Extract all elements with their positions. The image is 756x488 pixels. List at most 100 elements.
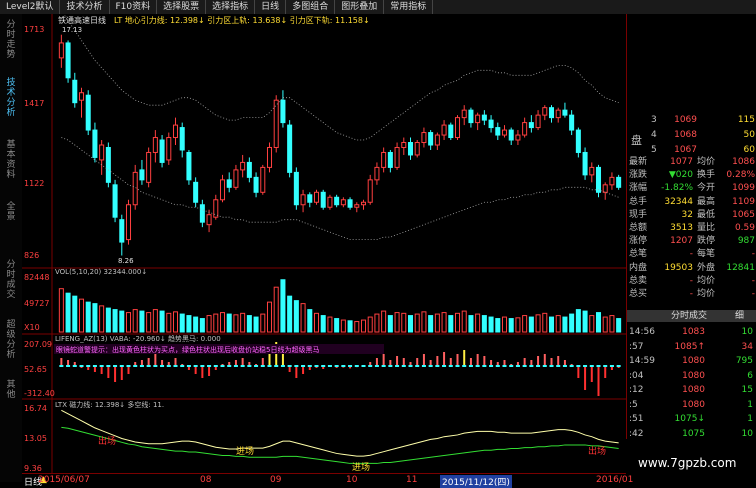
macd-base-tick (395, 365, 400, 367)
volume-bar (280, 279, 286, 333)
tick-price: 1075↓ (674, 414, 705, 424)
sidebar-tab-3[interactable]: 全景 (2, 202, 20, 222)
sidebar-tab-2[interactable]: 基本资料 (2, 140, 20, 180)
candle (139, 169, 145, 181)
toolbar-item-0[interactable]: Level2默认 (0, 0, 61, 14)
macd-bar (449, 358, 452, 366)
stat-value: 0.59 (734, 223, 755, 233)
macd-base-tick (327, 365, 332, 367)
macd-bar (174, 358, 177, 366)
volume-bar (495, 318, 501, 333)
candle (414, 142, 420, 156)
volume-bar (421, 311, 427, 333)
top-toolbar: Level2默认 技术分析 F10资料 选择股票 选择指标 日线 多图组合 图形叠加 常用指标 (0, 0, 756, 15)
indicator-header: LT 地心引力线: 12.398↓ 引力区上轨: 13.638↓ 引力区下轨: … (114, 15, 370, 25)
candle (146, 151, 152, 183)
candle (206, 214, 212, 226)
macd-bar (463, 350, 466, 366)
candle (495, 127, 501, 136)
macd-bar (295, 366, 298, 378)
toolbar-item-1[interactable]: 技术分析 (60, 0, 110, 14)
stat-value: 1077 (670, 157, 693, 167)
ticks-detail-button[interactable]: 细 (735, 310, 744, 322)
volume-bar (313, 312, 320, 333)
gravity-label-enter-1: 进场 (236, 446, 254, 457)
macd-bar (201, 366, 204, 378)
macd-base-tick (388, 365, 393, 367)
macd-bar (584, 366, 587, 390)
candle (522, 122, 528, 136)
toolbar-item-6[interactable]: 多图组合 (286, 0, 336, 14)
candle (340, 199, 346, 206)
macd-base-tick (522, 365, 527, 367)
macd-base-tick (489, 365, 494, 367)
volume-bar (300, 303, 306, 333)
tick-time: 14:56 (629, 327, 655, 337)
stat-value: 1207 (670, 236, 693, 247)
volume-bar (508, 318, 514, 333)
toolbar-item-7[interactable]: 图形叠加 (335, 0, 385, 14)
toolbar-item-5[interactable]: 日线 (255, 0, 287, 14)
stat-value: - (751, 275, 755, 286)
sidebar-tab-1[interactable]: 技术分析 (2, 78, 20, 118)
volume-bar (213, 313, 219, 333)
macd-base-tick (569, 365, 574, 367)
tick-vol: 15 (741, 385, 753, 395)
macd-base-tick (455, 365, 460, 367)
volume-bar (548, 316, 555, 333)
macd-base-tick (401, 365, 406, 367)
sidebar-tab-5[interactable]: 超级分析 (2, 320, 20, 360)
candle (293, 171, 299, 206)
volume-axis-label: 82448 (24, 273, 49, 282)
volume-axis-label: 49727 (24, 299, 49, 308)
chart-area[interactable]: 1713 1417 1122 826 82448 49727 X10 207.09 52.65 -… (22, 14, 626, 473)
macd-bar (523, 358, 526, 366)
volume-bar (374, 313, 380, 333)
candle (555, 109, 561, 119)
volume-bar (569, 313, 575, 333)
toolbar-item-4[interactable]: 选择指标 (206, 0, 256, 14)
macd-bar (60, 358, 63, 366)
volume-bar (616, 318, 622, 333)
toolbar-item-2[interactable]: F10资料 (110, 0, 158, 14)
toolbar-item-3[interactable]: 选择股票 (157, 0, 207, 14)
ticks-header[interactable]: 分时成交 (671, 310, 707, 322)
volume-bar (407, 315, 414, 333)
stock-title: 铁通高速日线 (58, 15, 106, 25)
tick-price: 1080 (682, 399, 705, 410)
volume-bar (112, 309, 118, 333)
volume-bar (78, 298, 85, 333)
candle (334, 196, 340, 206)
volume-bar (146, 312, 152, 333)
stat-value: 0.28% (726, 170, 755, 181)
sidebar-tab-4[interactable]: 分时成交 (2, 260, 20, 300)
volume-bar (199, 318, 205, 333)
stat-label: 最新 (629, 157, 648, 167)
volume-bar (240, 312, 246, 333)
volume-bar (535, 314, 541, 333)
macd-bar (557, 356, 560, 366)
candle (246, 161, 252, 178)
candle (528, 122, 534, 129)
macd-base-tick (468, 365, 473, 367)
macd-base-tick (72, 365, 77, 367)
sidebar-tab-0[interactable]: 分时走势 (2, 20, 20, 60)
macd-base-tick (220, 365, 225, 367)
macd-bar (469, 358, 472, 366)
macd-base-tick (146, 365, 151, 367)
volume-bar (233, 314, 239, 333)
date-label: 11 (406, 475, 418, 485)
candle (374, 166, 380, 181)
macd-base-tick (495, 365, 500, 367)
sidebar-tab-6[interactable]: 其他 (2, 380, 20, 400)
candle (569, 114, 575, 131)
volume-bar (434, 313, 440, 333)
tick-time: :12 (629, 385, 644, 395)
macd-base-tick (280, 365, 285, 367)
stat-value: 987 (737, 236, 755, 247)
toolbar-item-8[interactable]: 常用指标 (384, 0, 434, 14)
stat-value: - (689, 275, 693, 286)
candle (92, 129, 98, 158)
macd-base-tick (428, 365, 433, 367)
macd-base-tick (166, 365, 171, 367)
